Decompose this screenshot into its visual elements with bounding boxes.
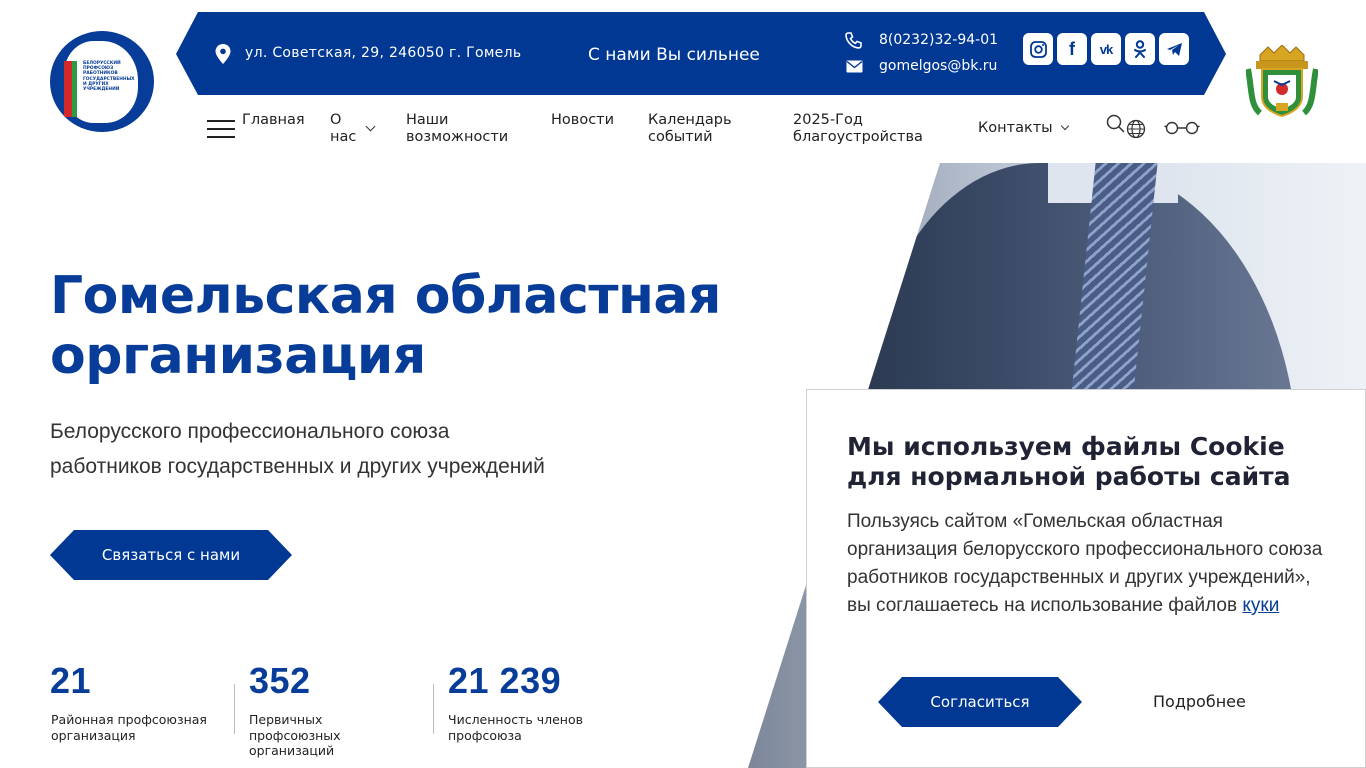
address-text: ул. Советская, 29, 246050 г. Гомель <box>245 45 522 61</box>
page: БЕЛОРУССКИЙ ПРОФСОЮЗ РАБОТНИКОВ ГОСУДАРС… <box>0 0 1366 768</box>
stat-label-primary-orgs: Первичных профсоюзных организаций <box>249 712 341 758</box>
nav-item-home[interactable]: Главная <box>242 112 305 129</box>
stat-divider <box>433 684 434 734</box>
hero-title: Гомельская областная организация <box>50 266 721 386</box>
email-link[interactable]: gomelgos@bk.ru <box>879 58 997 74</box>
hamburger-menu-icon[interactable] <box>207 120 235 140</box>
hero-subtitle-line2: работников государственных и других учре… <box>50 455 545 478</box>
accept-cookies-button[interactable]: Согласиться <box>878 677 1082 727</box>
nav-item-year-2025[interactable]: 2025-Год благоустройства <box>793 112 943 146</box>
stat-value-primary-orgs: 352 <box>249 660 311 701</box>
logo-text: БЕЛОРУССКИЙ ПРОФСОЮЗ РАБОТНИКОВ ГОСУДАРС… <box>83 61 135 93</box>
chevron-down-icon[interactable] <box>365 121 376 132</box>
odnoklassniki-icon[interactable] <box>1125 33 1155 65</box>
vk-icon[interactable]: vk <box>1091 33 1121 65</box>
gomel-coat-of-arms-icon <box>1246 45 1318 118</box>
globe-icon[interactable] <box>1126 119 1146 139</box>
facebook-glyph: f <box>1069 38 1075 59</box>
nav-item-news[interactable]: Новости <box>551 112 614 129</box>
cookie-consent-panel: Мы используем файлы Cookie для нормально… <box>806 389 1366 768</box>
phone-icon <box>845 32 862 49</box>
stat-value-members: 21 239 <box>448 660 562 701</box>
instagram-icon[interactable] <box>1023 33 1053 65</box>
hero-subtitle-line1: Белорусского профессионального союза <box>50 420 450 443</box>
stat-label-members: Численность членов профсоюза <box>448 712 583 743</box>
slogan-text: С нами Вы сильнее <box>588 45 760 65</box>
cookie-policy-link[interactable]: куки <box>1242 595 1279 616</box>
cookie-text: Пользуясь сайтом «Гомельская областная о… <box>847 508 1337 620</box>
nav-item-contacts[interactable]: Контакты <box>978 120 1053 137</box>
chevron-down-icon[interactable] <box>1060 121 1070 131</box>
search-icon[interactable] <box>1106 114 1126 134</box>
contact-us-button[interactable]: Связаться с нами <box>50 530 292 580</box>
cookie-more-button[interactable]: Подробнее <box>1153 692 1246 711</box>
nav-item-opportunities[interactable]: Наши возможности <box>406 112 526 146</box>
accessibility-glasses-icon[interactable] <box>1164 121 1200 135</box>
nav-item-about[interactable]: О нас <box>330 112 360 146</box>
top-info-bar: ул. Советская, 29, 246050 г. Гомель С на… <box>176 12 1226 95</box>
stat-divider <box>234 684 235 734</box>
hero-subtitle: Белорусского профессионального союза раб… <box>50 414 545 484</box>
facebook-icon[interactable]: f <box>1057 33 1087 65</box>
mail-icon <box>846 60 863 73</box>
vk-glyph: vk <box>1099 41 1114 57</box>
cookie-title: Мы используем файлы Cookie для нормально… <box>847 432 1291 491</box>
telegram-icon[interactable] <box>1159 33 1189 65</box>
flag-red-stripe <box>64 61 72 117</box>
stat-label-districts: Районная профсоюзная организация <box>51 712 207 743</box>
nav-item-calendar[interactable]: Календарь событий <box>648 112 748 146</box>
location-pin-icon <box>215 44 231 64</box>
site-logo[interactable]: БЕЛОРУССКИЙ ПРОФСОЮЗ РАБОТНИКОВ ГОСУДАРС… <box>50 31 154 132</box>
flag-green-stripe <box>72 61 77 117</box>
phone-link[interactable]: 8(0232)32-94-01 <box>879 32 998 48</box>
stat-value-districts: 21 <box>50 660 92 701</box>
